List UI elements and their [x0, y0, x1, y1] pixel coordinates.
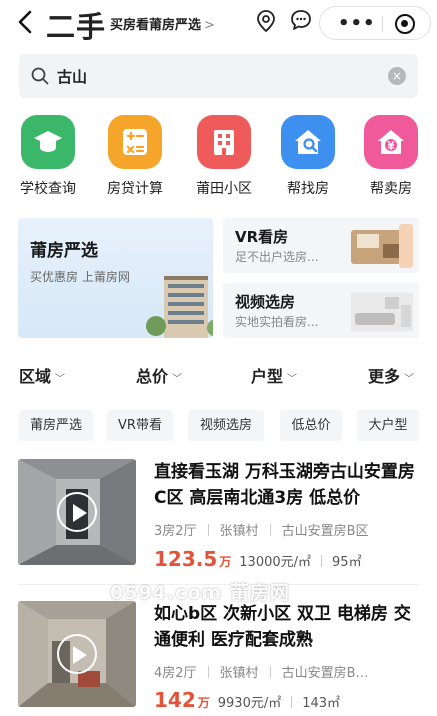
- filter-total-price[interactable]: 总价 ﹀: [136, 363, 182, 387]
- chat-bubble-icon[interactable]: [290, 9, 312, 31]
- banner-strict-selection[interactable]: 莆房严选 买优惠房 上莆房网: [18, 218, 213, 338]
- listing-title: 如心b区 次新小区 双卫 电梯房 交通便利 医疗配套成熟: [154, 604, 411, 650]
- graduation-cap-icon: [21, 115, 75, 169]
- house-yen-icon: [364, 115, 418, 169]
- calculator-icon: [108, 115, 162, 169]
- price-unit: 万: [197, 696, 210, 710]
- category-sell-house[interactable]: 帮卖房: [355, 115, 427, 198]
- filter-label: 总价: [136, 367, 169, 386]
- video-room-thumbnail-icon: [351, 293, 413, 331]
- listing-layout: 4房2厅: [154, 666, 197, 681]
- listing-price-row: 123.5 万 13000元/㎡ 95㎡: [154, 547, 362, 571]
- building-illustration-icon: [146, 276, 213, 338]
- top-bar: 二手 买房看莆房严选 > •••: [0, 0, 437, 46]
- tag-large-layout[interactable]: 大户型: [357, 410, 419, 441]
- page-title: 二手: [46, 10, 107, 44]
- listing-community: 古山安置房B区: [281, 524, 369, 539]
- category-school[interactable]: 学校查询: [12, 115, 84, 198]
- category-label: 帮找房: [287, 181, 329, 197]
- tag-strict-selection[interactable]: 莆房严选: [19, 410, 93, 441]
- listing-photo: [18, 601, 136, 707]
- chevron-down-icon: ﹀: [287, 374, 298, 385]
- house-search-icon: [281, 115, 335, 169]
- listing-card[interactable]: 直接看玉湖 万科玉湖旁古山安置房C区 高层南北通3房 低总价 3房2厅 张镇村 古山…: [18, 459, 420, 571]
- listing-photo: [18, 459, 136, 565]
- listing-layout: 3房2厅: [154, 524, 197, 539]
- search-icon: [30, 66, 50, 86]
- filter-label: 区域: [19, 367, 52, 386]
- listing-area: 张镇村: [219, 666, 259, 681]
- category-label: 帮卖房: [370, 181, 412, 197]
- banner-title: 莆房严选: [30, 241, 98, 261]
- listing-price-row: 142 万 9930元/㎡ 143㎡: [154, 688, 340, 712]
- filter-bar: 区域 ﹀ 总价 ﹀ 户型 ﹀ 更多 ﹀: [0, 363, 437, 387]
- play-icon[interactable]: [57, 492, 97, 532]
- listing-unit-price: 9930元/㎡: [217, 696, 282, 711]
- category-find-house[interactable]: 帮找房: [272, 115, 344, 198]
- clear-icon[interactable]: ×: [388, 67, 406, 85]
- filter-more[interactable]: 更多 ﹀: [368, 363, 414, 387]
- banner-subtitle: 买优惠房 上莆房网: [30, 270, 130, 284]
- subtitle-link[interactable]: 买房看莆房严选 >: [110, 14, 215, 33]
- listing-meta: 4房2厅 张镇村 古山安置房B…: [154, 662, 368, 681]
- listing-size: 95㎡: [332, 555, 362, 570]
- category-label: 房贷计算: [107, 181, 163, 197]
- filter-region[interactable]: 区域 ﹀: [19, 363, 65, 387]
- listing-size: 143㎡: [302, 696, 341, 711]
- banner-video[interactable]: 视频选房 实地实拍看房...: [223, 283, 419, 338]
- miniprogram-capsule: •••: [319, 6, 431, 40]
- banner-subtitle: 足不出户选房...: [235, 250, 319, 264]
- back-arrow-icon[interactable]: [14, 8, 38, 36]
- category-mortgage[interactable]: 房贷计算: [99, 115, 171, 198]
- category-label: 学校查询: [20, 181, 76, 197]
- location-pin-icon[interactable]: [255, 9, 277, 33]
- chevron-down-icon: ﹀: [55, 374, 66, 385]
- tag-video[interactable]: 视频选房: [188, 410, 264, 441]
- search-input[interactable]: 古山: [57, 66, 87, 87]
- category-label: 莆田小区: [196, 181, 252, 197]
- banner-title: 视频选房: [235, 293, 296, 311]
- listing-unit-price: 13000元/㎡: [239, 555, 312, 570]
- subtitle-text: 买房看莆房严选: [110, 18, 202, 33]
- chevron-down-icon: ﹀: [172, 374, 183, 385]
- listing-meta: 3房2厅 张镇村 古山安置房B区: [154, 520, 368, 539]
- price-unit: 万: [219, 555, 232, 569]
- filter-layout[interactable]: 户型 ﹀: [251, 363, 297, 387]
- banner-vr[interactable]: VR看房 足不出户选房...: [223, 218, 419, 273]
- chevron-right-icon: >: [204, 18, 215, 33]
- close-target-icon[interactable]: [395, 14, 415, 34]
- listing-price: 142: [154, 688, 196, 712]
- listing-card[interactable]: 如心b区 次新小区 双卫 电梯房 交通便利 医疗配套成熟 4房2厅 张镇村 古山安置…: [18, 601, 420, 716]
- building-icon: [197, 115, 251, 169]
- filter-label: 更多: [368, 367, 401, 386]
- listing-community: 古山安置房B…: [281, 666, 369, 681]
- capsule-divider: [382, 16, 383, 32]
- play-icon[interactable]: [57, 634, 97, 674]
- category-community[interactable]: 莆田小区: [188, 115, 260, 198]
- tag-low-price[interactable]: 低总价: [280, 410, 342, 441]
- listing-area: 张镇村: [219, 524, 259, 539]
- listing-title: 直接看玉湖 万科玉湖旁古山安置房C区 高层南北通3房 低总价: [154, 462, 415, 508]
- banner-subtitle: 实地实拍看房...: [235, 315, 319, 329]
- search-bar[interactable]: 古山 ×: [19, 54, 418, 98]
- banner-title: VR看房: [235, 228, 289, 246]
- filter-label: 户型: [251, 367, 284, 386]
- chevron-down-icon: ﹀: [404, 374, 415, 385]
- tag-vr-tour[interactable]: VR带看: [107, 410, 173, 441]
- more-menu-button[interactable]: •••: [338, 13, 376, 34]
- vr-room-thumbnail-icon: [351, 224, 413, 268]
- listing-price: 123.5: [154, 547, 218, 571]
